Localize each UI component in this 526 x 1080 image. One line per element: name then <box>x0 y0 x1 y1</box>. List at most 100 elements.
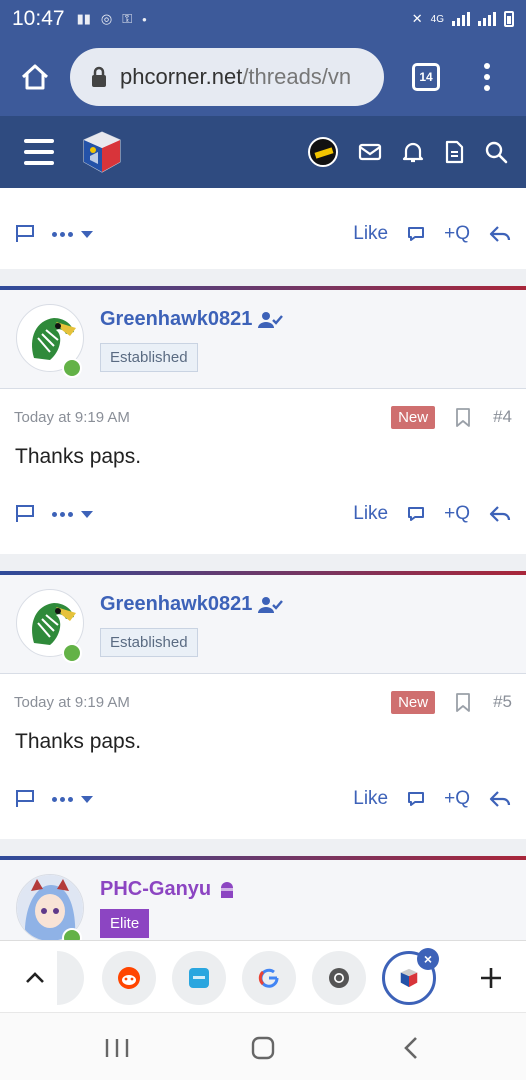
flag-icon[interactable] <box>14 504 36 524</box>
comment-icon[interactable] <box>406 225 426 243</box>
post-body: Thanks paps. <box>15 445 142 468</box>
more-options-button[interactable] <box>52 510 93 518</box>
multiquote-button[interactable]: +Q <box>444 223 470 245</box>
post-actions: Like +Q <box>0 205 526 263</box>
post-author: PHC-Ganyu Elite <box>0 860 526 940</box>
home-button[interactable] <box>0 38 70 116</box>
username[interactable]: Greenhawk0821 <box>100 308 252 331</box>
document-icon[interactable] <box>444 140 464 164</box>
tab-google[interactable] <box>242 951 296 1005</box>
add-tab-icon[interactable] <box>480 967 502 989</box>
sync-icon: ◎ <box>100 11 113 26</box>
post-date[interactable]: Today at 9:19 AM <box>14 409 130 426</box>
new-badge: New <box>391 690 436 714</box>
comment-icon[interactable] <box>406 505 426 523</box>
post-actions: Like +Q <box>0 485 526 543</box>
avatar[interactable] <box>16 589 84 663</box>
username[interactable]: PHC-Ganyu <box>100 878 211 901</box>
username-row: PHC-Ganyu <box>100 878 237 901</box>
url-bar[interactable]: phcorner.net/threads/vn <box>70 48 384 106</box>
username-row: Greenhawk0821 <box>100 593 284 616</box>
flag-icon[interactable] <box>14 789 36 809</box>
user-avatar[interactable] <box>308 137 338 167</box>
tab-strip: × <box>0 940 526 1012</box>
username[interactable]: Greenhawk0821 <box>100 593 252 616</box>
flag-icon[interactable] <box>14 224 36 244</box>
comment-icon[interactable] <box>406 790 426 808</box>
post-actions-right: Like +Q <box>353 788 512 810</box>
tabs-icon[interactable]: 14 <box>412 63 440 91</box>
more-options-button[interactable] <box>52 230 93 238</box>
online-status-icon <box>62 643 82 663</box>
key-icon: ⚿ <box>122 11 133 26</box>
status-bar: 10:47 ▮▮ ◎ ⚿ • ✕ 4G <box>0 0 526 38</box>
google-icon <box>258 968 279 988</box>
post-number[interactable]: #4 <box>493 407 512 427</box>
post-actions-right: Like +Q <box>353 223 512 245</box>
app-icon <box>189 968 209 988</box>
reply-icon[interactable] <box>488 789 512 809</box>
site-header <box>0 116 526 188</box>
mail-icon[interactable] <box>358 142 382 162</box>
post-meta: Today at 9:19 AM New #5 <box>0 674 526 730</box>
post-card-partial-top: Like +Q <box>0 188 526 269</box>
tab-active-phcorner[interactable]: × <box>382 948 439 1005</box>
new-badge: New <box>391 405 436 429</box>
like-button[interactable]: Like <box>353 788 388 810</box>
header-icons <box>308 137 508 167</box>
search-icon[interactable] <box>484 140 508 164</box>
phcorner-tab-icon <box>400 968 418 988</box>
reply-icon[interactable] <box>488 504 512 524</box>
multiquote-button[interactable]: +Q <box>444 503 470 525</box>
signal-icon-2 <box>478 12 496 26</box>
post-author: Greenhawk0821 Established <box>0 575 526 674</box>
like-button[interactable]: Like <box>353 503 388 525</box>
post-card: Greenhawk0821 Established Today at 9:19 … <box>0 571 526 839</box>
browser-toolbar: phcorner.net/threads/vn 14 <box>0 38 526 116</box>
bell-icon[interactable] <box>402 140 424 164</box>
clipped-post-text <box>0 188 526 202</box>
post-meta: Today at 9:19 AM New #4 <box>0 389 526 445</box>
home-icon <box>21 64 49 90</box>
dot-icon: • <box>142 11 147 27</box>
recent-apps-icon[interactable] <box>104 1037 130 1059</box>
username-row: Greenhawk0821 <box>100 308 284 331</box>
tab-app[interactable] <box>172 951 226 1005</box>
url-host: phcorner.net <box>120 64 243 89</box>
home-nav-icon[interactable] <box>250 1035 276 1061</box>
multiquote-button[interactable]: +Q <box>444 788 470 810</box>
signal-small-icon: ▮▮ <box>76 11 91 26</box>
online-status-icon <box>62 928 82 940</box>
url-text: phcorner.net/threads/vn <box>120 64 351 90</box>
user-title-badge: Established <box>100 343 198 372</box>
verified-user-icon <box>258 596 284 613</box>
close-tab-icon[interactable]: × <box>417 948 439 970</box>
back-icon[interactable] <box>402 1035 420 1061</box>
chevron-up-icon[interactable] <box>24 969 46 985</box>
network-type: 4G <box>430 13 444 25</box>
more-options-button[interactable] <box>52 795 93 803</box>
bookmark-icon[interactable] <box>455 407 471 427</box>
reddit-icon <box>118 967 140 989</box>
like-button[interactable]: Like <box>353 223 388 245</box>
site-logo[interactable] <box>78 128 126 176</box>
mute-icon: ✕ <box>411 11 423 26</box>
more-vert-icon[interactable] <box>484 63 490 91</box>
bookmark-icon[interactable] <box>455 692 471 712</box>
hamburger-icon[interactable] <box>24 139 54 165</box>
avatar[interactable] <box>16 874 84 940</box>
battery-icon <box>504 11 514 27</box>
system-navigation-bar <box>0 1012 526 1080</box>
chrome-icon <box>329 968 349 988</box>
post-number[interactable]: #5 <box>493 692 512 712</box>
signal-icon <box>452 12 470 26</box>
tab-chrome[interactable] <box>312 951 366 1005</box>
verified-user-icon <box>258 311 284 328</box>
author-info: Greenhawk0821 Established <box>100 589 284 657</box>
avatar[interactable] <box>16 304 84 378</box>
post-date[interactable]: Today at 9:19 AM <box>14 694 130 711</box>
tab-reddit[interactable] <box>102 951 156 1005</box>
author-info: Greenhawk0821 Established <box>100 304 284 372</box>
reply-icon[interactable] <box>488 224 512 244</box>
user-title-badge: Established <box>100 628 198 657</box>
